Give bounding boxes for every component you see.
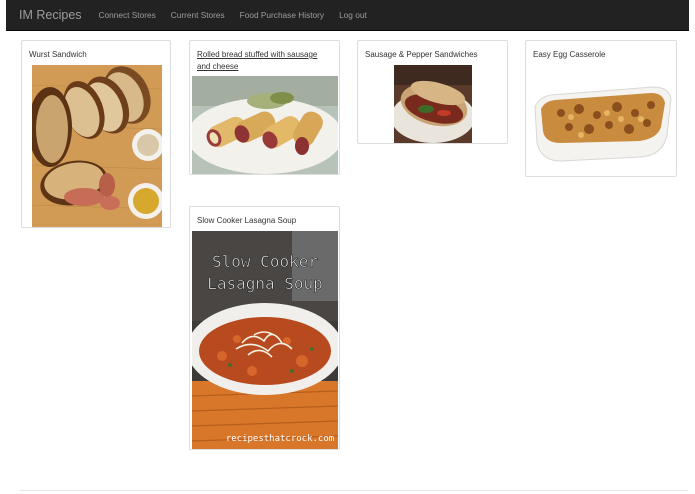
recipe-photo[interactable] bbox=[394, 65, 472, 143]
nav-log-out[interactable]: Log out bbox=[339, 10, 367, 20]
recipe-card-lasagna-soup[interactable]: Slow Cooker Lasagna Soup Slow Cooker Las… bbox=[189, 206, 340, 450]
recipe-photo[interactable] bbox=[531, 79, 673, 165]
image-caption-line1: Slow Cooker bbox=[212, 252, 318, 271]
footer-divider bbox=[20, 490, 688, 491]
rolled-bread-image bbox=[192, 76, 338, 174]
top-navbar: IM Recipes Connect Stores Current Stores… bbox=[6, 0, 689, 31]
recipe-title: Sausage & Pepper Sandwiches bbox=[365, 50, 478, 59]
wurst-sandwich-image bbox=[32, 65, 162, 227]
recipe-card-egg-casserole[interactable]: Easy Egg Casserole bbox=[525, 40, 677, 177]
recipe-card-sausage-pepper[interactable]: Sausage & Pepper Sandwiches bbox=[357, 40, 508, 144]
recipe-photo[interactable] bbox=[192, 76, 338, 174]
recipe-title-link[interactable]: Rolled bread stuffed with sausage and ch… bbox=[197, 49, 332, 73]
recipe-title: Easy Egg Casserole bbox=[533, 50, 606, 59]
nav-food-purchase-history[interactable]: Food Purchase History bbox=[240, 10, 324, 20]
recipe-photo[interactable]: Slow Cooker Lasagna Soup recipesthatcroc… bbox=[192, 231, 338, 449]
recipe-title: Wurst Sandwich bbox=[29, 50, 87, 59]
image-watermark: recipesthatcrock.com bbox=[226, 434, 334, 444]
recipe-card-wurst-sandwich[interactable]: Wurst Sandwich bbox=[21, 40, 171, 228]
nav-connect-stores[interactable]: Connect Stores bbox=[99, 10, 156, 20]
recipe-photo[interactable] bbox=[32, 65, 162, 227]
egg-casserole-image bbox=[531, 79, 673, 165]
brand-link[interactable]: IM Recipes bbox=[19, 8, 82, 22]
lasagna-soup-image: Slow Cooker Lasagna Soup recipesthatcroc… bbox=[192, 231, 338, 449]
sausage-pepper-image bbox=[394, 65, 472, 143]
recipe-card-rolled-bread[interactable]: Rolled bread stuffed with sausage and ch… bbox=[189, 40, 340, 175]
nav-current-stores[interactable]: Current Stores bbox=[171, 10, 225, 20]
recipe-title: Slow Cooker Lasagna Soup bbox=[197, 216, 297, 225]
image-caption-line2: Lasagna Soup bbox=[207, 274, 323, 293]
